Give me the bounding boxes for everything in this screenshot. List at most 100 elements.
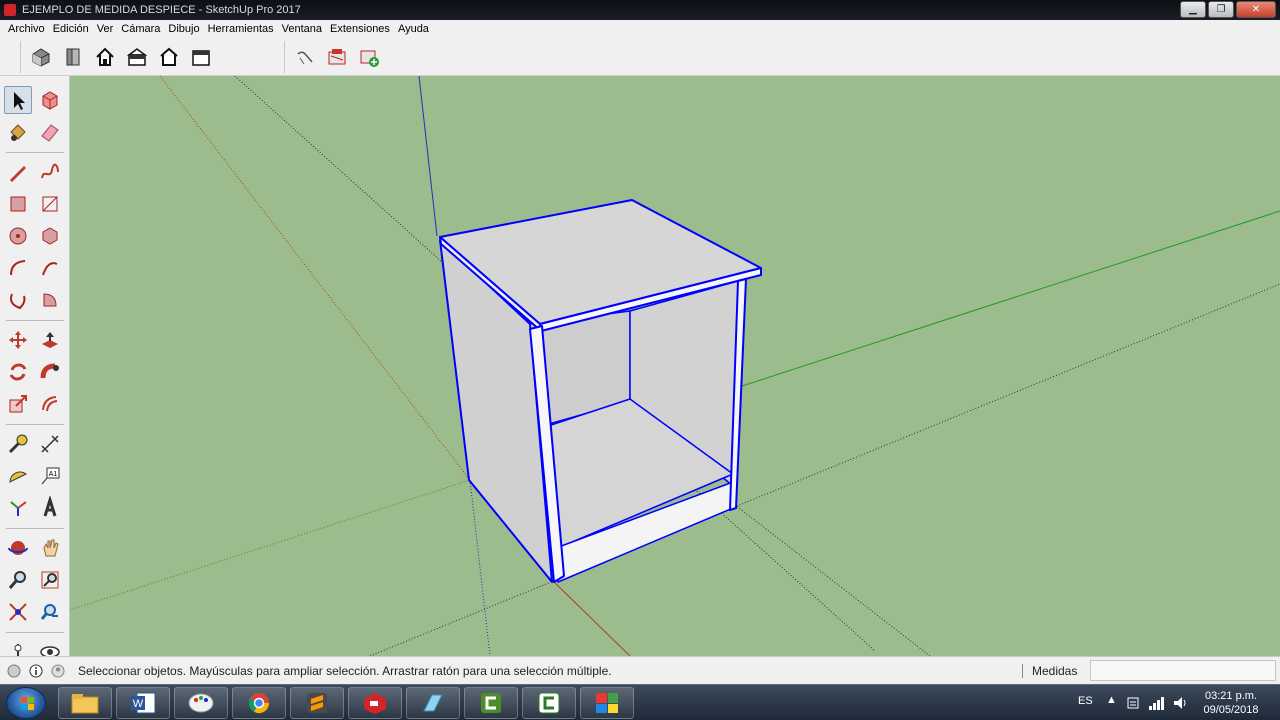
extension-warehouse-icon[interactable] [355, 43, 383, 71]
orbit-icon[interactable] [4, 534, 32, 562]
scale-icon[interactable] [4, 390, 32, 418]
tape-measure-icon[interactable] [4, 430, 32, 458]
move-icon[interactable] [4, 326, 32, 354]
circle-icon[interactable] [4, 222, 32, 250]
menu-ayuda[interactable]: Ayuda [394, 23, 433, 35]
colorful-app-icon [596, 693, 618, 713]
scene-canvas[interactable] [70, 76, 1280, 656]
green-axis [741, 210, 1280, 387]
pie-icon[interactable] [36, 286, 64, 314]
file-explorer-icon [71, 694, 99, 714]
menu-edicion[interactable]: Edición [49, 23, 93, 35]
toolbar-separator [6, 320, 64, 321]
window-title: EJEMPLO DE MEDIDA DESPIECE - SketchUp Pr… [22, 4, 301, 16]
menu-extensiones[interactable]: Extensiones [326, 23, 394, 35]
section-plane-icon[interactable] [291, 43, 319, 71]
measurements-label: Medidas [1032, 664, 1078, 678]
views-toolbar [0, 38, 1280, 76]
red-axis-dotted [159, 76, 471, 481]
home-view-icon[interactable] [91, 43, 119, 71]
status-bar: Seleccionar objetos. Mayúsculas para amp… [0, 656, 1280, 684]
arc-icon[interactable] [4, 254, 32, 282]
text-icon[interactable]: A1 [36, 462, 64, 490]
rotated-rectangle-icon[interactable] [36, 190, 64, 218]
push-pull-icon[interactable] [36, 326, 64, 354]
zoom-icon[interactable] [4, 566, 32, 594]
action-center-icon[interactable] [1126, 696, 1140, 710]
axes-icon[interactable] [4, 494, 32, 522]
cabinet-model[interactable] [439, 199, 762, 583]
taskbar-unknown-app[interactable] [406, 687, 460, 719]
menu-camara[interactable]: Cámara [117, 23, 164, 35]
network-icon[interactable] [1148, 695, 1164, 711]
taskbar-colorful-app[interactable] [580, 687, 634, 719]
windows-taskbar: W ES ▲ 03:21 p.m. 09/05/2018 [0, 684, 1280, 720]
taskbar-camtasia-recorder[interactable] [522, 687, 576, 719]
volume-icon[interactable] [1172, 695, 1188, 711]
taskbar-word[interactable]: W [116, 687, 170, 719]
maximize-button[interactable]: ❐ [1208, 1, 1234, 18]
menu-ventana[interactable]: Ventana [278, 23, 326, 35]
language-indicator[interactable]: ES [1078, 695, 1093, 707]
camtasia-recorder-icon [538, 692, 560, 714]
close-button[interactable]: ✕ [1236, 1, 1276, 18]
polygon-icon[interactable] [36, 222, 64, 250]
word-icon: W [131, 692, 156, 714]
protractor-icon[interactable] [4, 462, 32, 490]
two-point-arc-icon[interactable] [36, 254, 64, 282]
zoom-window-icon[interactable] [36, 566, 64, 594]
geo-location-icon[interactable] [6, 663, 22, 679]
dimension-icon[interactable] [36, 430, 64, 458]
sketchup-app-icon [4, 4, 16, 16]
chrome-icon [248, 693, 270, 714]
back-view-icon[interactable] [187, 43, 215, 71]
taskbar-sketchup[interactable] [348, 687, 402, 719]
drawing-viewport[interactable] [70, 76, 1280, 656]
right-view-icon[interactable] [155, 43, 183, 71]
tray-expand-icon[interactable]: ▲ [1106, 694, 1117, 706]
freehand-icon[interactable] [36, 158, 64, 186]
toolbar-separator [6, 632, 64, 633]
guide-line-3 [729, 500, 931, 656]
taskbar-sublime[interactable] [290, 687, 344, 719]
unknown-app-icon [423, 694, 443, 712]
user-account-icon[interactable] [50, 663, 66, 679]
taskbar-camtasia[interactable] [464, 687, 518, 719]
top-view-icon[interactable] [59, 43, 87, 71]
paint-bucket-icon[interactable] [4, 118, 32, 146]
make-component-icon[interactable] [36, 86, 64, 114]
front-view-icon[interactable] [123, 43, 151, 71]
warehouse-icon[interactable] [323, 43, 351, 71]
toolbar-separator [6, 528, 64, 529]
taskbar-file-explorer[interactable] [58, 687, 112, 719]
follow-me-icon[interactable] [36, 358, 64, 386]
menu-herramientas[interactable]: Herramientas [204, 23, 278, 35]
measurements-input[interactable] [1090, 660, 1276, 681]
camtasia-icon [481, 693, 501, 713]
3d-text-icon[interactable] [36, 494, 64, 522]
offset-icon[interactable] [36, 390, 64, 418]
three-point-arc-icon[interactable] [4, 286, 32, 314]
menu-dibujo[interactable]: Dibujo [164, 23, 203, 35]
start-button[interactable] [6, 687, 46, 719]
info-icon[interactable] [28, 663, 44, 679]
rectangle-icon[interactable] [4, 190, 32, 218]
system-clock[interactable]: 03:21 p.m. 09/05/2018 [1196, 689, 1266, 717]
zoom-extents-icon[interactable] [4, 598, 32, 626]
previous-view-icon[interactable] [36, 598, 64, 626]
blue-axis [418, 76, 438, 237]
taskbar-paint[interactable] [174, 687, 228, 719]
sublime-icon [307, 693, 327, 713]
taskbar-chrome[interactable] [232, 687, 286, 719]
eraser-icon[interactable] [36, 118, 64, 146]
select-icon[interactable] [4, 86, 32, 114]
menu-archivo[interactable]: Archivo [4, 23, 49, 35]
menu-ver[interactable]: Ver [93, 23, 118, 35]
svg-text:A1: A1 [49, 471, 58, 478]
minimize-button[interactable]: ▁ [1180, 1, 1206, 18]
iso-view-icon[interactable] [27, 43, 55, 71]
pan-icon[interactable] [36, 534, 64, 562]
menu-bar: Archivo Edición Ver Cámara Dibujo Herram… [0, 20, 1280, 38]
rotate-icon[interactable] [4, 358, 32, 386]
pencil-line-icon[interactable] [4, 158, 32, 186]
